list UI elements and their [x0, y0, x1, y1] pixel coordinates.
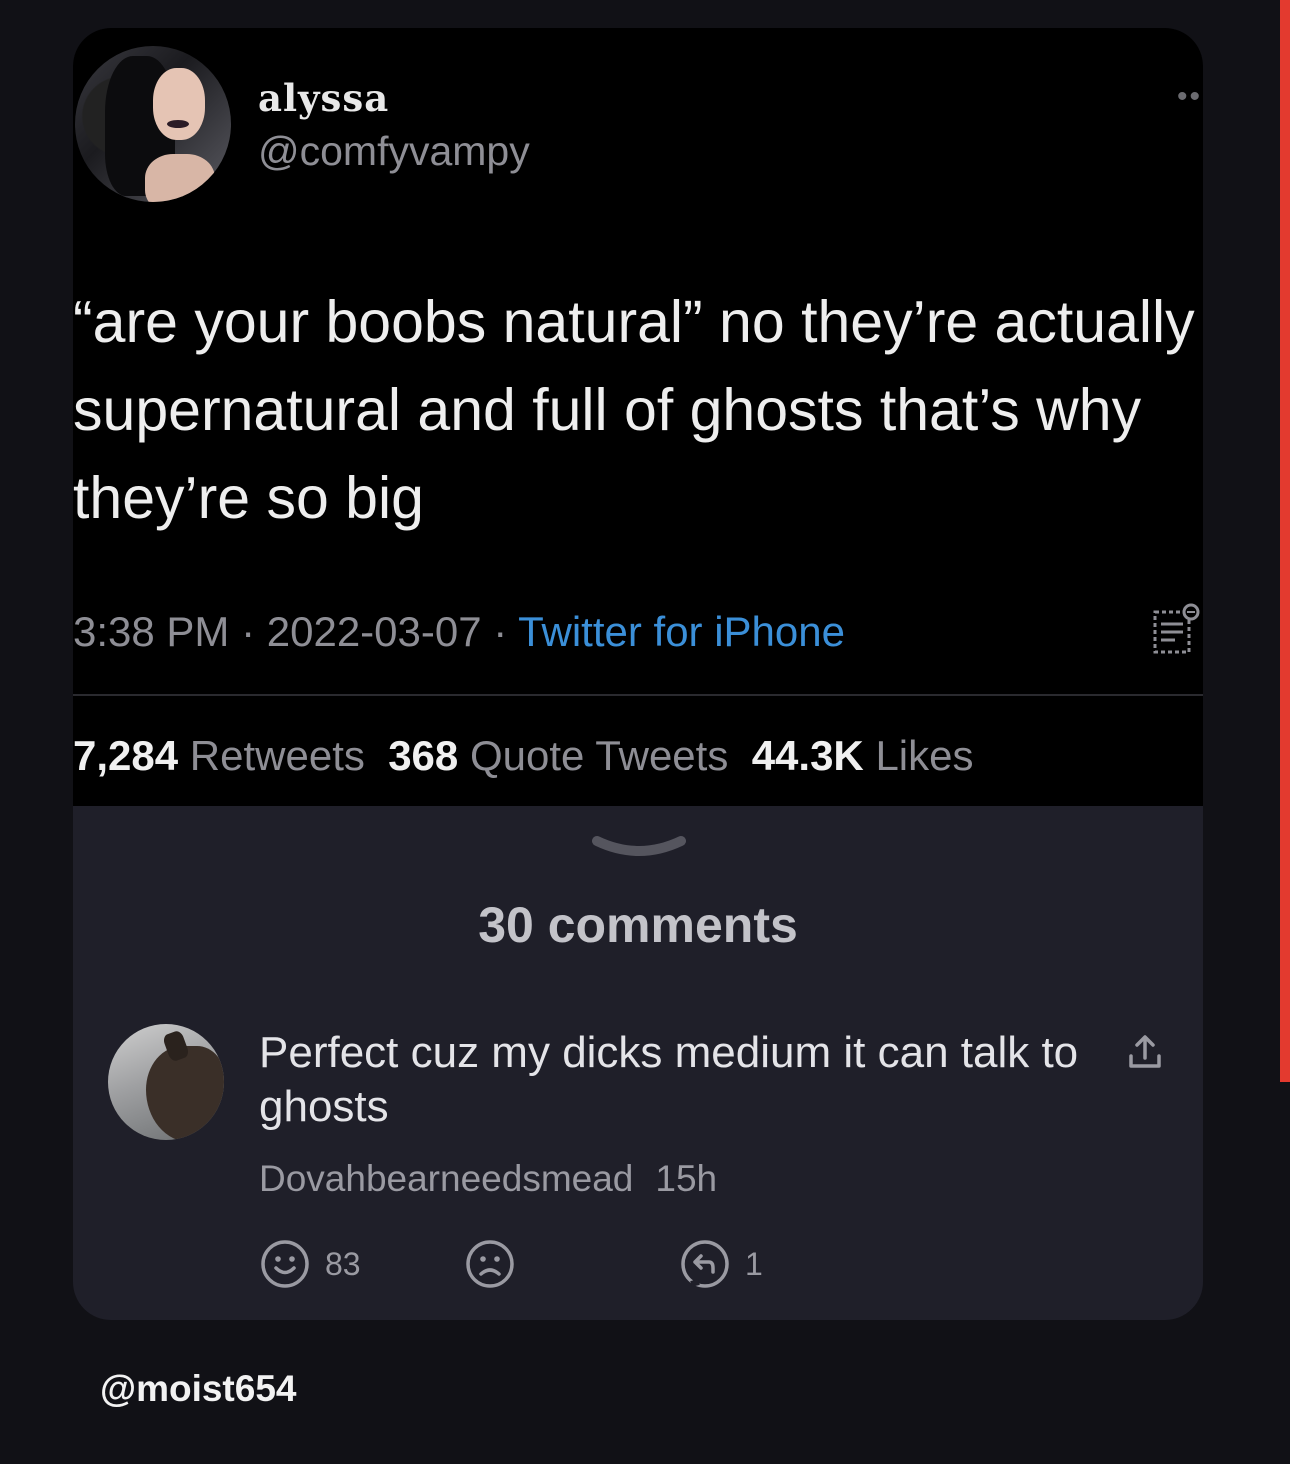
- author-name[interactable]: alyssa: [258, 76, 389, 120]
- comment-time: 15h: [655, 1158, 718, 1199]
- tweet-meta: 3:38 PM · 2022-03-07 · Twitter for iPhon…: [73, 608, 845, 655]
- reply-icon: [681, 1240, 729, 1288]
- tweet-text: “are your boobs natural” no they’re actu…: [73, 289, 1195, 531]
- chevron-down-icon[interactable]: [589, 831, 689, 867]
- comments-count: 30 comments: [478, 897, 798, 953]
- likes-count[interactable]: 44.3K: [752, 732, 864, 779]
- retweets-count[interactable]: 7,284: [73, 732, 178, 779]
- smile-icon: [261, 1240, 309, 1288]
- likes-label[interactable]: Likes: [875, 732, 973, 779]
- comment-actions: 83 1: [259, 1238, 859, 1290]
- quotes-label[interactable]: Quote Tweets: [470, 732, 728, 779]
- reply-button[interactable]: 1: [679, 1238, 763, 1290]
- frown-icon: [466, 1240, 514, 1288]
- comment-meta: Dovahbearneedsmead 15h: [259, 1158, 717, 1200]
- red-edge-strip: [1280, 0, 1290, 1082]
- downvote-button[interactable]: [464, 1238, 516, 1290]
- tweet-source-link[interactable]: Twitter for iPhone: [518, 608, 845, 655]
- watermark: @moist654: [100, 1368, 297, 1409]
- upvote-count: 83: [325, 1245, 361, 1282]
- tweet-stats: 7,284 Retweets 368 Quote Tweets 44.3K Li…: [73, 732, 974, 780]
- commenter-avatar[interactable]: [108, 1024, 224, 1140]
- post-card: alyssa @comfyvampy •• “are your boobs na…: [73, 28, 1203, 1320]
- retweets-label[interactable]: Retweets: [190, 732, 365, 779]
- analytics-icon[interactable]: [1151, 602, 1203, 658]
- comment-text: Perfect cuz my dicks medium it can talk …: [259, 1028, 1079, 1131]
- reply-count: 1: [745, 1245, 763, 1282]
- share-icon[interactable]: [1125, 1032, 1165, 1072]
- author-avatar[interactable]: [75, 46, 231, 202]
- divider: [73, 694, 1203, 696]
- comment-author[interactable]: Dovahbearneedsmead: [259, 1158, 633, 1199]
- author-handle[interactable]: @comfyvampy: [258, 128, 530, 175]
- tweet-screenshot: alyssa @comfyvampy •• “are your boobs na…: [73, 28, 1203, 806]
- upvote-button[interactable]: 83: [259, 1238, 361, 1290]
- tweet-date: 2022-03-07: [266, 608, 482, 655]
- quotes-count[interactable]: 368: [388, 732, 458, 779]
- tweet-time: 3:38 PM: [73, 608, 230, 655]
- more-icon[interactable]: ••: [1177, 80, 1202, 114]
